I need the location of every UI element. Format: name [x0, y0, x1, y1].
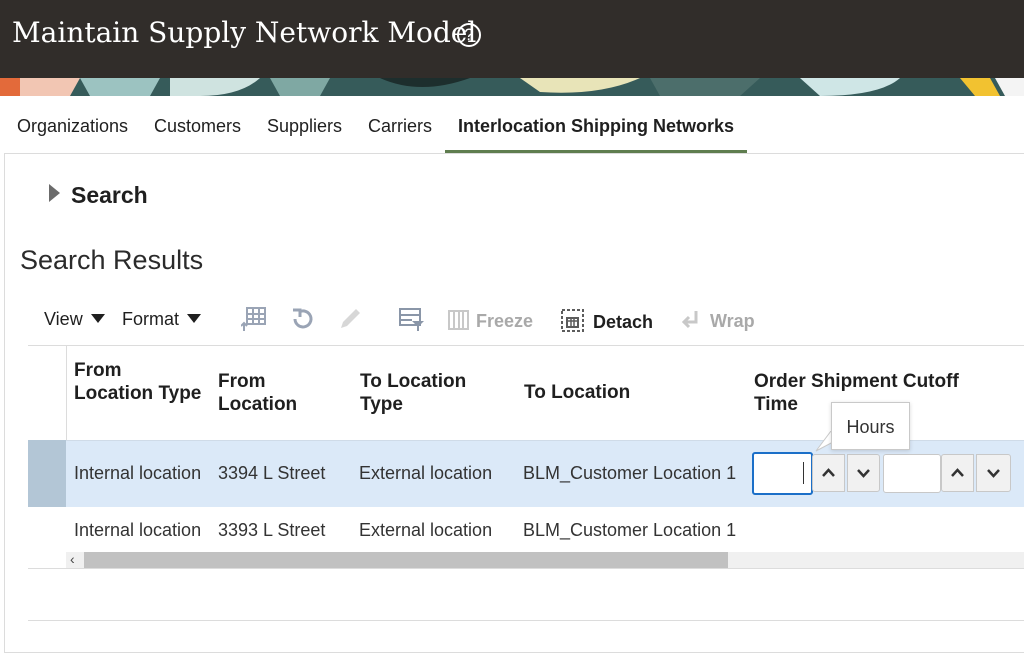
wrap-icon — [681, 311, 698, 329]
minutes-decrement-button[interactable] — [976, 454, 1011, 492]
decorative-banner — [0, 78, 1024, 96]
minutes-input[interactable] — [883, 454, 941, 493]
search-results-title: Search Results — [20, 245, 204, 275]
query-by-example-icon — [399, 308, 424, 331]
chevron-down-icon — [857, 469, 870, 478]
search-section-header[interactable]: Search — [71, 182, 148, 209]
chevron-down-icon — [187, 314, 202, 323]
add-columns-icon — [241, 307, 266, 331]
row-selector[interactable] — [28, 440, 66, 507]
cell-to-location: BLM_Customer Location 1 — [523, 520, 737, 540]
wrap-label: Wrap — [710, 311, 755, 331]
freeze-label: Freeze — [476, 311, 534, 331]
scroll-left-icon[interactable]: ‹ — [70, 551, 75, 567]
chevron-down-icon — [90, 314, 105, 323]
freeze-button[interactable]: Freeze — [448, 309, 533, 332]
cell-from-location: 3393 L Street — [218, 520, 326, 540]
view-menu[interactable]: View — [44, 309, 105, 330]
minutes-increment-button[interactable] — [941, 454, 974, 492]
cell-to-location-type: External location — [359, 520, 493, 540]
tab-carriers[interactable]: Carriers — [368, 116, 432, 137]
chevron-up-icon — [951, 468, 964, 477]
detach-button[interactable]: Detach — [561, 309, 653, 333]
table-top-border — [28, 345, 1024, 346]
page-title: Maintain Supply Network Model — [12, 16, 477, 49]
view-menu-label: View — [44, 309, 83, 329]
column-header-to-location[interactable]: To Location — [524, 381, 724, 404]
chevron-up-icon — [822, 468, 835, 477]
cell-to-location-type: External location — [359, 463, 493, 483]
edit-icon — [341, 309, 360, 328]
tab-interlocation-shipping-networks[interactable]: Interlocation Shipping Networks — [458, 116, 734, 137]
scrollbar-thumb[interactable] — [84, 552, 728, 568]
page-header: Maintain Supply Network Model ? — [0, 0, 1024, 78]
hours-decrement-button[interactable] — [847, 454, 880, 492]
tab-bar: Organizations Customers Suppliers Carrie… — [0, 96, 1024, 154]
help-icon[interactable]: ? — [457, 23, 481, 47]
freeze-icon — [448, 310, 469, 330]
hours-increment-button[interactable] — [812, 454, 845, 492]
table-bottom-border — [28, 568, 1024, 569]
format-menu-label: Format — [122, 309, 180, 329]
column-header-to-location-type[interactable]: To Location Type — [360, 370, 490, 416]
detach-icon — [561, 309, 584, 332]
column-header-from-location[interactable]: From Location — [218, 370, 338, 416]
cell-from-location: 3394 L Street — [218, 463, 326, 483]
cell-to-location: BLM_Customer Location 1 — [523, 463, 737, 483]
format-menu[interactable]: Format — [122, 309, 202, 330]
tab-customers[interactable]: Customers — [154, 116, 241, 137]
detach-label: Detach — [593, 312, 654, 332]
cell-from-location-type: Internal location — [74, 520, 202, 540]
tab-organizations[interactable]: Organizations — [17, 116, 128, 137]
text-cursor — [803, 462, 804, 484]
cell-from-location-type: Internal location — [74, 463, 202, 483]
tab-suppliers[interactable]: Suppliers — [267, 116, 342, 137]
hours-tooltip: Hours — [831, 402, 910, 450]
wrap-button[interactable]: Wrap — [680, 309, 755, 332]
expand-search-icon[interactable] — [49, 184, 60, 202]
chevron-down-icon — [987, 469, 1000, 478]
column-header-from-location-type[interactable]: From Location Type — [74, 359, 204, 405]
divider — [28, 620, 1024, 621]
refresh-icon — [293, 308, 313, 329]
row-header-column — [28, 346, 67, 440]
